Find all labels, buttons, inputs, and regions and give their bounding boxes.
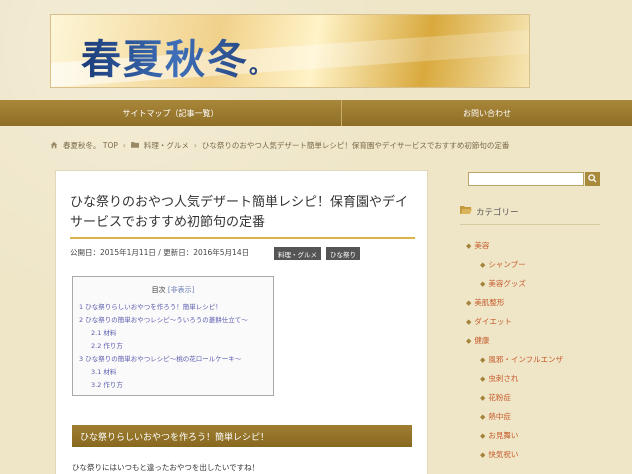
toc-item[interactable]: 2.1 材料 <box>79 327 267 340</box>
category-item[interactable]: ◆ 快気祝い <box>466 445 616 464</box>
article-meta: 公開日：2015年1月11日 / 更新日：2016年5月14日 <box>70 248 250 257</box>
site-banner[interactable]: 春夏秋冬。 <box>50 14 530 88</box>
search-input[interactable] <box>468 172 584 186</box>
bullet-icon: ◆ <box>480 393 486 402</box>
nav-contact-link[interactable]: お問い合わせ <box>342 100 632 126</box>
bullet-icon: ◆ <box>480 355 486 364</box>
home-icon <box>50 141 58 151</box>
breadcrumb: 春夏秋冬。 TOP › 料理・グルメ › ひな祭りのおやつ人気デザート簡単レシピ… <box>50 140 509 151</box>
article-container: ひな祭りのおやつ人気デザート簡単レシピ！保育園やデイサービスでおすすめ初節句の定… <box>55 170 428 474</box>
category-item[interactable]: ◆ ダイエット <box>466 312 616 331</box>
site-title[interactable]: 春夏秋冬。 <box>81 27 273 85</box>
bullet-icon: ◆ <box>480 412 486 421</box>
category-item[interactable]: ◆ 熱中症 <box>466 407 616 426</box>
toc-item[interactable]: 3.2 作り方 <box>79 379 267 392</box>
folder-open-icon <box>460 205 472 218</box>
category-item[interactable]: ◆ 健康 <box>466 331 616 350</box>
bullet-icon: ◆ <box>480 260 486 269</box>
toc-item[interactable]: 3.1 材料 <box>79 366 267 379</box>
breadcrumb-current: ひな祭りのおやつ人気デザート簡単レシピ！保育園やデイサービスでおすすめ初節句の定… <box>201 141 510 150</box>
bullet-icon: ◆ <box>466 336 472 345</box>
category-item[interactable]: ◆ 花粉症 <box>466 388 616 407</box>
search-icon <box>588 173 597 185</box>
breadcrumb-separator: › <box>193 141 197 150</box>
toc-heading: 目次 <box>151 286 166 294</box>
bullet-icon: ◆ <box>466 298 472 307</box>
toc-item[interactable]: 2.2 作り方 <box>79 340 267 353</box>
bullet-icon: ◆ <box>480 279 486 288</box>
category-item[interactable]: ◆ シャンプー <box>466 255 616 274</box>
nav-sitemap-link[interactable]: サイトマップ（記事一覧） <box>0 100 342 126</box>
bullet-icon: ◆ <box>480 450 486 459</box>
title-divider <box>70 237 415 239</box>
toc-toggle[interactable]: [非表示] <box>168 286 194 294</box>
category-item[interactable]: ◆ お見舞い <box>466 426 616 445</box>
search-button[interactable] <box>585 172 600 186</box>
bullet-icon: ◆ <box>480 374 486 383</box>
section-paragraph: ひな祭りにはいつもと違ったおやつを出したいですね！ <box>72 463 260 472</box>
global-nav: サイトマップ（記事一覧） お問い合わせ <box>0 100 632 126</box>
category-item[interactable]: ◆ 虫刺され <box>466 369 616 388</box>
toc-header: 目次 [非表示] <box>79 285 267 295</box>
category-item[interactable]: ◆ 美容グッズ <box>466 274 616 293</box>
article-title: ひな祭りのおやつ人気デザート簡単レシピ！保育園やデイサービスでおすすめ初節句の定… <box>70 195 409 230</box>
tag-link[interactable]: ひな祭り <box>326 247 360 260</box>
toc-item[interactable]: 1 ひな祭りらしいおやつを作ろう！簡単レシピ！ <box>79 301 267 314</box>
title-mark: 。 <box>249 53 274 79</box>
bullet-icon: ◆ <box>480 431 486 440</box>
table-of-contents: 目次 [非表示] 1 ひな祭りらしいおやつを作ろう！簡単レシピ！ 2 ひな祭りの… <box>72 276 274 396</box>
section-heading: ひな祭りらしいおやつを作ろう！簡単レシピ！ <box>72 425 412 447</box>
breadcrumb-separator: › <box>122 141 126 150</box>
tag-link[interactable]: 料理・グルメ <box>274 247 321 260</box>
toc-item[interactable]: 3 ひな祭りの簡単おやつレシピ〜桃の花ロールケーキ〜 <box>79 353 267 366</box>
breadcrumb-home-link[interactable]: 春夏秋冬。 TOP <box>63 140 118 151</box>
folder-icon <box>130 141 139 150</box>
category-widget-title: カテゴリー <box>460 205 519 218</box>
bullet-icon: ◆ <box>466 317 472 326</box>
category-title-text: カテゴリー <box>476 207 519 218</box>
category-item[interactable]: ◆ 美肌整形 <box>466 293 616 312</box>
category-list: ◆ 美容 ◆ シャンプー ◆ 美容グッズ ◆ 美肌整形 ◆ ダイエット ◆ 健康 ◆ 風邪・イ… <box>466 236 616 464</box>
toc-item[interactable]: 2 ひな祭りの簡単おやつレシピ〜ういろうの菱餅仕立て〜 <box>79 314 267 327</box>
category-divider <box>460 224 600 225</box>
bullet-icon: ◆ <box>466 241 472 250</box>
category-item[interactable]: ◆ 美容 <box>466 236 616 255</box>
category-item[interactable]: ◆ 風邪・インフルエンザ <box>466 350 616 369</box>
breadcrumb-category-link[interactable]: 料理・グルメ <box>144 140 189 151</box>
